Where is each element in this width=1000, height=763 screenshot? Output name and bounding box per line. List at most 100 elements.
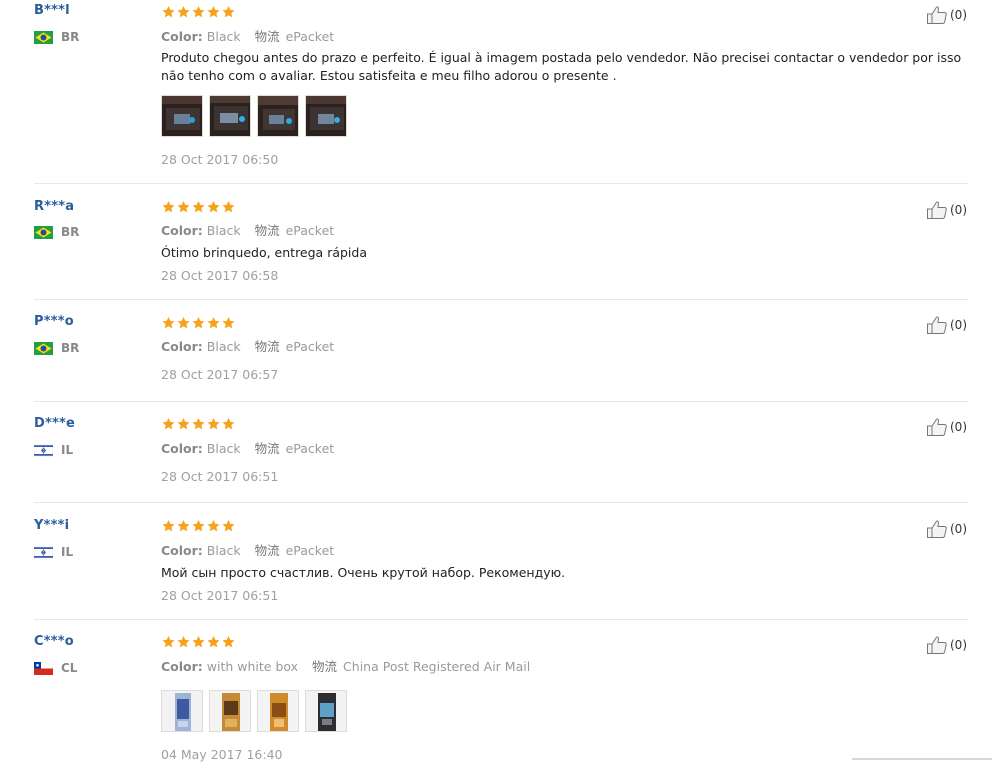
rating-stars xyxy=(161,519,236,533)
review-date: 28 Oct 2017 06:51 xyxy=(161,588,279,603)
flag-br-icon xyxy=(34,225,53,239)
review-text: Мой сын просто счастлив. Очень крутой на… xyxy=(161,565,566,580)
reviewer-name[interactable]: R***a xyxy=(34,199,74,214)
country-code: CL xyxy=(61,661,78,675)
rating-stars xyxy=(161,635,236,649)
star-icon xyxy=(177,201,190,213)
review-text: Ótimo brinquedo, entrega rápida xyxy=(161,245,367,260)
flag-il-icon xyxy=(33,443,54,457)
country-code: BR xyxy=(61,225,80,239)
review-photos xyxy=(161,95,353,137)
star-icon xyxy=(207,636,220,648)
color-value: Black xyxy=(206,29,241,44)
star-icon xyxy=(177,520,190,532)
review-meta: Color: Black 物流 ePacket xyxy=(161,220,334,239)
star-icon xyxy=(192,317,205,329)
star-icon xyxy=(177,6,190,18)
thumbs-up-icon xyxy=(927,316,947,334)
rating-stars xyxy=(161,316,236,330)
thumbs-up-icon xyxy=(927,636,947,654)
review-photo[interactable] xyxy=(161,690,203,732)
review-meta: Color: with white box 物流 China Post Regi… xyxy=(161,656,530,675)
color-value: Black xyxy=(206,223,241,238)
thumbs-up-icon xyxy=(927,520,947,538)
reviewer-name[interactable]: B***l xyxy=(34,3,70,18)
reviewer-country: BR xyxy=(34,341,79,355)
color-label: Color: xyxy=(161,339,203,354)
like-count: (0) xyxy=(950,8,967,22)
color-label: Color: xyxy=(161,29,203,44)
star-icon xyxy=(222,6,235,18)
rating-stars xyxy=(161,417,236,431)
review-photo[interactable] xyxy=(257,690,299,732)
review-divider xyxy=(34,502,968,503)
like-button[interactable]: (0) xyxy=(926,200,967,220)
star-icon xyxy=(177,418,190,430)
shipping-value: ePacket xyxy=(285,543,335,558)
review-photo[interactable] xyxy=(209,690,251,732)
reviewer-country: BR xyxy=(34,30,79,44)
shipping-label: 物流 xyxy=(254,441,280,456)
star-icon xyxy=(162,6,175,18)
like-button[interactable]: (0) xyxy=(926,519,967,539)
star-icon xyxy=(207,6,220,18)
star-icon xyxy=(207,201,220,213)
review-meta: Color: Black 物流 ePacket xyxy=(161,540,334,559)
star-icon xyxy=(177,317,190,329)
review-photo[interactable] xyxy=(257,95,299,137)
star-icon xyxy=(222,317,235,329)
review-meta: Color: Black 物流 ePacket xyxy=(161,438,334,457)
review-divider xyxy=(34,619,968,620)
color-label: Color: xyxy=(161,223,203,238)
star-icon xyxy=(207,520,220,532)
review-date: 28 Oct 2017 06:50 xyxy=(161,152,279,167)
shipping-value: ePacket xyxy=(285,29,335,44)
thumbs-up-icon xyxy=(927,201,947,219)
shipping-label: 物流 xyxy=(312,659,338,674)
rating-stars xyxy=(161,200,236,214)
review-meta: Color: Black 物流 ePacket xyxy=(161,26,334,45)
shipping-value: ePacket xyxy=(285,441,335,456)
country-code: IL xyxy=(61,545,74,559)
thumbs-up-icon xyxy=(927,6,947,24)
review-text: Produto chegou antes do prazo e perfeito… xyxy=(161,50,962,83)
like-count: (0) xyxy=(950,203,967,217)
flag-br-icon xyxy=(34,30,53,44)
color-value: Black xyxy=(206,339,241,354)
reviewer-country: BR xyxy=(34,225,79,239)
star-icon xyxy=(162,520,175,532)
star-icon xyxy=(192,201,205,213)
reviewer-name[interactable]: C***o xyxy=(34,634,74,649)
color-label: Color: xyxy=(161,543,203,558)
reviewer-name[interactable]: P***o xyxy=(34,314,74,329)
like-button[interactable]: (0) xyxy=(926,5,967,25)
star-icon xyxy=(222,418,235,430)
review-photo[interactable] xyxy=(305,690,347,732)
like-button[interactable]: (0) xyxy=(926,635,967,655)
star-icon xyxy=(222,201,235,213)
review-date: 28 Oct 2017 06:57 xyxy=(161,367,279,382)
reviewer-country: IL xyxy=(33,545,74,559)
review-photo[interactable] xyxy=(161,95,203,137)
star-icon xyxy=(207,418,220,430)
like-button[interactable]: (0) xyxy=(926,417,967,437)
star-icon xyxy=(192,6,205,18)
review-photo[interactable] xyxy=(305,95,347,137)
like-button[interactable]: (0) xyxy=(926,315,967,335)
color-value: with white box xyxy=(206,659,299,674)
reviewer-name[interactable]: Y***i xyxy=(34,518,69,533)
review-divider xyxy=(34,401,968,402)
review-photo[interactable] xyxy=(209,95,251,137)
thumbs-up-icon xyxy=(927,418,947,436)
review-photos xyxy=(161,690,353,732)
shipping-value: ePacket xyxy=(285,339,335,354)
rating-stars xyxy=(161,5,236,19)
country-code: BR xyxy=(61,341,80,355)
shipping-label: 物流 xyxy=(254,543,280,558)
star-icon xyxy=(162,418,175,430)
review-divider xyxy=(34,183,968,184)
star-icon xyxy=(192,520,205,532)
like-count: (0) xyxy=(950,522,967,536)
color-value: Black xyxy=(206,441,241,456)
reviewer-name[interactable]: D***e xyxy=(34,416,75,431)
